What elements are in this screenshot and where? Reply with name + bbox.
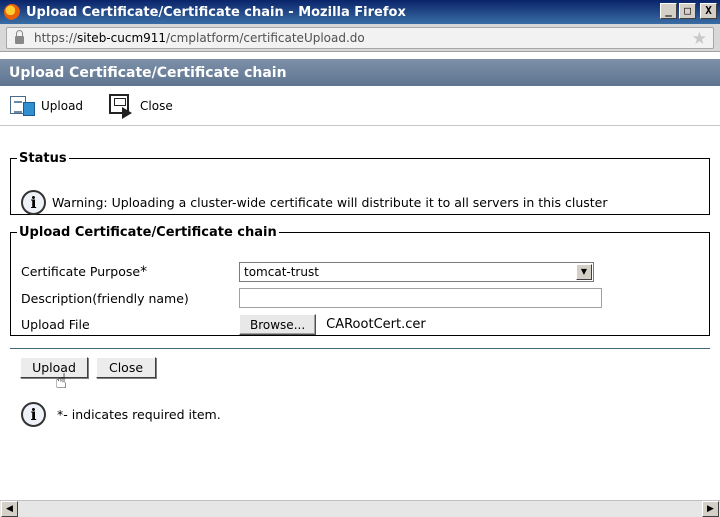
url-scheme: https:// <box>34 31 78 45</box>
purpose-select-wrap: tomcat-trust ▼ <box>239 262 594 282</box>
divider <box>10 348 710 349</box>
status-row: i Warning: Uploading a cluster-wide cert… <box>21 190 608 215</box>
lock-icon <box>15 30 24 44</box>
description-label: Description(friendly name) <box>21 290 189 306</box>
description-row: Description(friendly name) <box>21 288 602 308</box>
required-note: i * - indicates required item. <box>21 402 221 427</box>
selected-file-name: CARootCert.cer <box>326 317 426 332</box>
firefox-icon <box>4 4 20 20</box>
upload-file-label: Upload File <box>21 317 90 332</box>
toolbar: Upload Close <box>0 86 720 126</box>
window-controls: _ □ X <box>660 3 717 19</box>
toolbar-close-label: Close <box>140 98 173 113</box>
scroll-left-icon[interactable]: ◀ <box>1 501 18 517</box>
url-text: https://siteb-cucm911/cmplatform/certifi… <box>34 31 365 45</box>
hand-cursor-icon: ☝ <box>55 369 68 393</box>
description-input[interactable] <box>239 288 602 308</box>
window-titlebar: Upload Certificate/Certificate chain - M… <box>0 0 720 24</box>
status-fieldset: Status i Warning: Uploading a cluster-wi… <box>10 151 710 215</box>
purpose-label: Certificate Purpose* <box>21 264 148 280</box>
upload-file-row: Upload File Browse... CARootCert.cer <box>21 314 426 335</box>
info-icon: i <box>21 190 46 215</box>
maximize-button[interactable]: □ <box>679 3 696 19</box>
url-host: siteb-cucm911 <box>77 31 167 45</box>
purpose-row: Certificate Purpose* tomcat-trust ▼ <box>21 262 594 282</box>
close-window-button[interactable]: X <box>700 3 717 19</box>
certificate-purpose-select[interactable]: tomcat-trust <box>239 262 594 282</box>
status-legend: Status <box>19 151 67 166</box>
scroll-right-icon[interactable]: ▶ <box>702 501 719 517</box>
minimize-button[interactable]: _ <box>660 3 677 19</box>
upload-icon <box>10 94 36 118</box>
browse-button[interactable]: Browse... <box>239 314 317 335</box>
toolbar-close-button[interactable]: Close <box>93 93 173 119</box>
upload-fieldset: Upload Certificate/Certificate chain Cer… <box>10 225 710 336</box>
page-header: Upload Certificate/Certificate chain <box>0 59 720 86</box>
toolbar-upload-button[interactable]: Upload <box>10 94 83 118</box>
toolbar-upload-label: Upload <box>41 98 84 113</box>
window-title: Upload Certificate/Certificate chain - M… <box>26 4 406 20</box>
status-message: Warning: Uploading a cluster-wide certif… <box>52 195 608 210</box>
url-path: /cmplatform/certificateUpload.do <box>166 31 365 45</box>
required-asterisk: * <box>140 264 148 280</box>
close-button[interactable]: Close <box>96 357 156 378</box>
horizontal-scrollbar[interactable]: ◀ ▶ <box>0 500 720 517</box>
address-field[interactable]: https://siteb-cucm911/cmplatform/certifi… <box>6 27 714 49</box>
bookmark-star-icon[interactable]: ★ <box>692 29 707 49</box>
required-note-text: - indicates required item. <box>63 407 221 422</box>
upload-legend: Upload Certificate/Certificate chain <box>19 225 277 240</box>
page-title: Upload Certificate/Certificate chain <box>9 65 287 81</box>
close-icon <box>109 93 135 119</box>
url-bar: https://siteb-cucm911/cmplatform/certifi… <box>0 24 720 52</box>
upload-button[interactable]: Upload <box>20 357 88 378</box>
action-buttons: Upload Close <box>20 357 156 378</box>
info-icon: i <box>21 402 46 427</box>
